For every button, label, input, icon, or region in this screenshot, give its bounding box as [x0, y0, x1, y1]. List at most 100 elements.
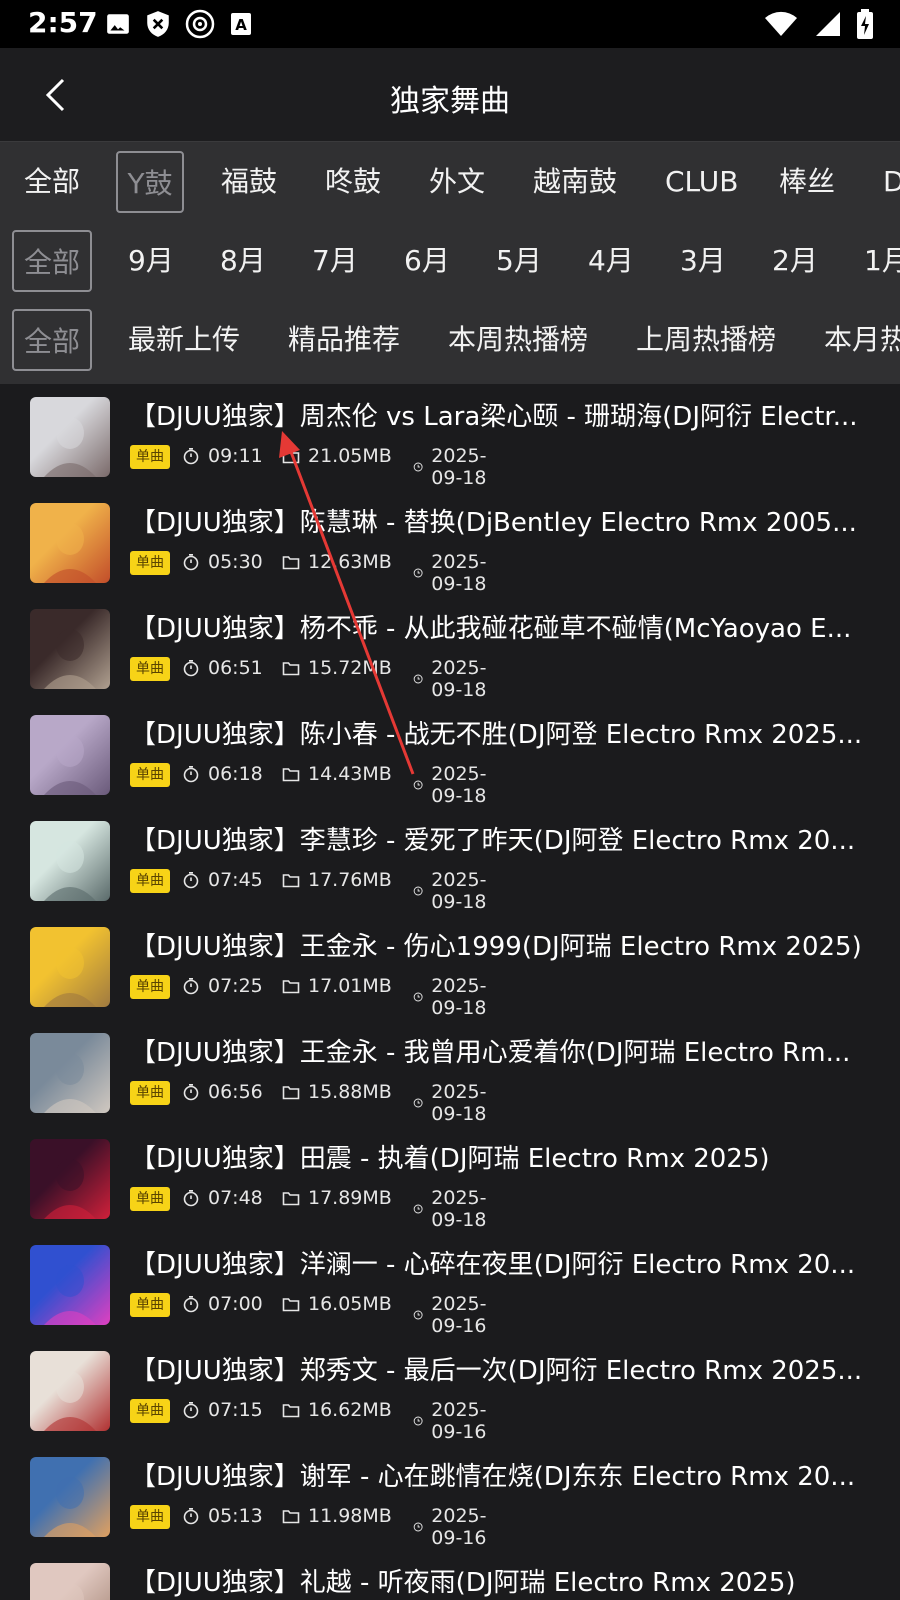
song-title[interactable]: 【DJUU独家】洋澜一 - 心碎在夜里(DJ阿衍 Electro Rmx 20.…: [130, 1244, 880, 1281]
song-cover-image: [30, 503, 110, 583]
month-chip-6[interactable]: 6月: [404, 230, 450, 292]
song-cover-image: [30, 821, 110, 901]
date-group: 2025-09-18: [413, 1187, 494, 1231]
song-duration: 07:15: [208, 1399, 263, 1421]
folder-icon: [282, 1404, 300, 1418]
date-group: 2025-09-16: [413, 1399, 494, 1443]
single-tag: 单曲: [130, 657, 170, 681]
song-title[interactable]: 【DJUU独家】王金永 - 我曾用心爱着你(DJ阿瑞 Electro Rm...: [130, 1032, 880, 1069]
battery-charging-icon: [857, 9, 873, 39]
clock-icon: [413, 568, 423, 578]
clock-icon: [413, 1098, 423, 1108]
song-title[interactable]: 【DJUU独家】陈慧琳 - 替换(DjBentley Electro Rmx 2…: [130, 502, 880, 539]
song-date: 2025-09-18: [431, 869, 487, 913]
song-cover-image: [30, 1139, 110, 1219]
song-row[interactable]: 【DJUU独家】洋澜一 - 心碎在夜里(DJ阿衍 Electro Rmx 20.…: [0, 1232, 900, 1338]
month-chip-1[interactable]: 1月: [864, 230, 900, 292]
style-chip-dong-drum[interactable]: 咚鼓: [325, 151, 381, 213]
folder-icon: [282, 1298, 300, 1312]
single-tag: 单曲: [130, 1293, 170, 1317]
month-chip-all[interactable]: 全部: [12, 230, 92, 292]
song-date: 2025-09-16: [431, 1505, 487, 1549]
duration-group: 07:15: [182, 1399, 263, 1421]
folder-icon: [282, 1510, 300, 1524]
song-row[interactable]: 【DJUU独家】郑秀文 - 最后一次(DJ阿衍 Electro Rmx 2025…: [0, 1338, 900, 1444]
style-chip-club[interactable]: CLUB: [665, 151, 738, 213]
ranking-chip-last-week[interactable]: 上周热播榜: [636, 309, 776, 371]
song-row[interactable]: 【DJUU独家】李慧珍 - 爱死了昨天(DJ阿登 Electro Rmx 20.…: [0, 808, 900, 914]
song-size: 17.89MB: [308, 1187, 392, 1209]
date-group: 2025-09-16: [413, 1505, 494, 1549]
date-group: 2025-09-18: [413, 445, 494, 489]
song-title[interactable]: 【DJUU独家】李慧珍 - 爱死了昨天(DJ阿登 Electro Rmx 20.…: [130, 820, 880, 857]
date-group: 2025-09-18: [413, 975, 494, 1019]
month-chip-8[interactable]: 8月: [220, 230, 266, 292]
song-date: 2025-09-18: [431, 1187, 487, 1231]
song-title[interactable]: 【DJUU独家】礼越 - 听夜雨(DJ阿瑞 Electro Rmx 2025): [130, 1562, 880, 1599]
song-title[interactable]: 【DJUU独家】田震 - 执着(DJ阿瑞 Electro Rmx 2025): [130, 1138, 880, 1175]
song-size: 17.76MB: [308, 869, 392, 891]
stopwatch-icon: [183, 660, 199, 677]
month-filter-bar: 全部 9月 8月 7月 6月 5月 4月 3月 2月 1月: [0, 221, 900, 301]
size-group: 16.05MB: [282, 1293, 392, 1315]
song-size: 15.88MB: [308, 1081, 392, 1103]
song-title[interactable]: 【DJUU独家】杨不乖 - 从此我碰花碰草不碰情(McYaoyao E...: [130, 608, 880, 645]
single-tag: 单曲: [130, 445, 170, 469]
song-row[interactable]: 【DJUU独家】谢军 - 心在跳情在烧(DJ东东 Electro Rmx 20.…: [0, 1444, 900, 1550]
ranking-chip-all[interactable]: 全部: [12, 309, 92, 371]
folder-icon: [282, 450, 300, 464]
song-row[interactable]: 【DJUU独家】杨不乖 - 从此我碰花碰草不碰情(McYaoyao E... 单…: [0, 596, 900, 702]
style-chip-foreign[interactable]: 外文: [429, 151, 485, 213]
duration-group: 07:45: [182, 869, 263, 891]
date-group: 2025-09-18: [413, 551, 494, 595]
ranking-chip-this-month[interactable]: 本月热: [824, 309, 900, 371]
single-tag: 单曲: [130, 1399, 170, 1423]
song-row[interactable]: 【DJUU独家】礼越 - 听夜雨(DJ阿瑞 Electro Rmx 2025): [0, 1550, 900, 1600]
song-size: 17.01MB: [308, 975, 392, 997]
page-title: 独家舞曲: [390, 84, 510, 119]
svg-text:A: A: [235, 16, 247, 34]
style-chip-fu-drum[interactable]: 福鼓: [221, 151, 277, 213]
size-group: 21.05MB: [282, 445, 392, 467]
song-row[interactable]: 【DJUU独家】周杰伦 vs Lara梁心颐 - 珊瑚海(DJ阿衍 Electr…: [0, 384, 900, 490]
song-cover-image: [30, 397, 110, 477]
month-chip-4[interactable]: 4月: [588, 230, 634, 292]
song-title[interactable]: 【DJUU独家】王金永 - 伤心1999(DJ阿瑞 Electro Rmx 20…: [130, 926, 880, 963]
song-title[interactable]: 【DJUU独家】郑秀文 - 最后一次(DJ阿衍 Electro Rmx 2025…: [130, 1350, 880, 1387]
ranking-chip-this-week[interactable]: 本周热播榜: [448, 309, 588, 371]
ranking-chip-featured[interactable]: 精品推荐: [288, 309, 400, 371]
month-chip-9[interactable]: 9月: [128, 230, 174, 292]
song-row[interactable]: 【DJUU独家】王金永 - 我曾用心爱着你(DJ阿瑞 Electro Rm...…: [0, 1020, 900, 1126]
song-row[interactable]: 【DJUU独家】田震 - 执着(DJ阿瑞 Electro Rmx 2025) 单…: [0, 1126, 900, 1232]
ranking-chip-latest[interactable]: 最新上传: [128, 309, 240, 371]
clock-icon: [413, 674, 423, 684]
folder-icon: [282, 768, 300, 782]
style-chip-d[interactable]: D: [883, 151, 900, 213]
song-duration: 06:56: [208, 1081, 263, 1103]
song-date: 2025-09-18: [431, 1081, 487, 1125]
month-chip-3[interactable]: 3月: [680, 230, 726, 292]
song-date: 2025-09-18: [431, 657, 487, 701]
size-group: 12.63MB: [282, 551, 392, 573]
image-icon: [107, 14, 129, 34]
month-chip-7[interactable]: 7月: [312, 230, 358, 292]
song-row[interactable]: 【DJUU独家】王金永 - 伤心1999(DJ阿瑞 Electro Rmx 20…: [0, 914, 900, 1020]
song-row[interactable]: 【DJUU独家】陈小春 - 战无不胜(DJ阿登 Electro Rmx 2025…: [0, 702, 900, 808]
style-chip-vietnam-drum[interactable]: 越南鼓: [533, 151, 617, 213]
song-meta: 单曲 09:11 21.05MB 2025-09-18: [130, 444, 486, 489]
song-title[interactable]: 【DJUU独家】周杰伦 vs Lara梁心颐 - 珊瑚海(DJ阿衍 Electr…: [130, 396, 880, 433]
style-chip-all[interactable]: 全部: [24, 151, 80, 213]
status-time: 2:57: [28, 6, 98, 39]
style-chip-bangsi[interactable]: 棒丝: [779, 151, 835, 213]
song-duration: 07:48: [208, 1187, 263, 1209]
style-chip-y-drum[interactable]: Y鼓: [116, 151, 184, 213]
month-chip-5[interactable]: 5月: [496, 230, 542, 292]
song-size: 16.05MB: [308, 1293, 392, 1315]
month-chip-2[interactable]: 2月: [772, 230, 818, 292]
ranking-filter-bar: 全部 最新上传 精品推荐 本周热播榜 上周热播榜 本月热: [0, 300, 900, 384]
song-title[interactable]: 【DJUU独家】陈小春 - 战无不胜(DJ阿登 Electro Rmx 2025…: [130, 714, 880, 751]
size-group: 15.72MB: [282, 657, 392, 679]
clock-icon: [413, 886, 423, 896]
song-title[interactable]: 【DJUU独家】谢军 - 心在跳情在烧(DJ东东 Electro Rmx 20.…: [130, 1456, 880, 1493]
song-row[interactable]: 【DJUU独家】陈慧琳 - 替换(DjBentley Electro Rmx 2…: [0, 490, 900, 596]
